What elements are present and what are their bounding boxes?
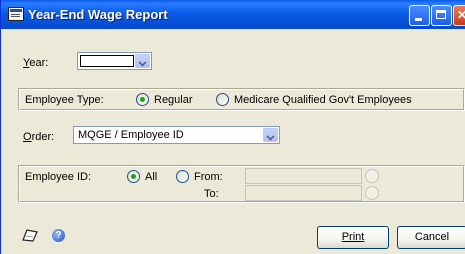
all-radio[interactable] [127,170,140,183]
year-label: Year: [23,57,49,69]
cancel-button-label: Cancel [414,231,450,243]
order-label: Order: [23,131,55,143]
print-button[interactable]: Print [317,226,389,249]
regular-radio-label[interactable]: Regular [154,94,193,106]
note-icon[interactable] [21,228,39,242]
from-lookup-icon[interactable] [365,169,379,183]
chevron-down-icon[interactable] [135,54,150,68]
to-label: To: [204,188,219,200]
from-radio-label[interactable]: From: [194,171,223,183]
employee-type-label: Employee Type: [25,94,104,106]
title-bar[interactable]: Year-End Wage Report [1,0,465,29]
to-lookup-icon[interactable] [365,186,379,200]
regular-radio[interactable] [136,93,149,106]
medicare-qualified-radio[interactable] [216,93,229,106]
form-icon [8,7,24,21]
medicare-qualified-radio-label[interactable]: Medicare Qualified Gov't Employees [234,94,412,106]
minimize-button[interactable] [409,5,430,26]
from-radio[interactable] [176,170,189,183]
help-icon[interactable]: ? [52,229,65,242]
close-button[interactable] [453,5,465,26]
all-radio-label[interactable]: All [145,171,157,183]
from-employee-id-field[interactable] [245,168,362,184]
order-dropdown[interactable]: MQGE / Employee ID [73,126,280,144]
print-button-label: Print [341,231,365,243]
employee-id-label: Employee ID: [25,171,92,183]
year-end-wage-report-window: Year-End Wage Report Year: Employee Type… [0,0,465,254]
maximize-button[interactable] [431,5,452,26]
to-employee-id-field[interactable] [245,185,362,201]
year-dropdown[interactable] [77,52,152,70]
order-value: MQGE / Employee ID [78,129,184,141]
chevron-down-icon[interactable] [263,128,278,142]
cancel-button[interactable]: Cancel [397,226,465,249]
window-title: Year-End Wage Report [28,7,168,22]
year-focus-box [80,55,134,67]
